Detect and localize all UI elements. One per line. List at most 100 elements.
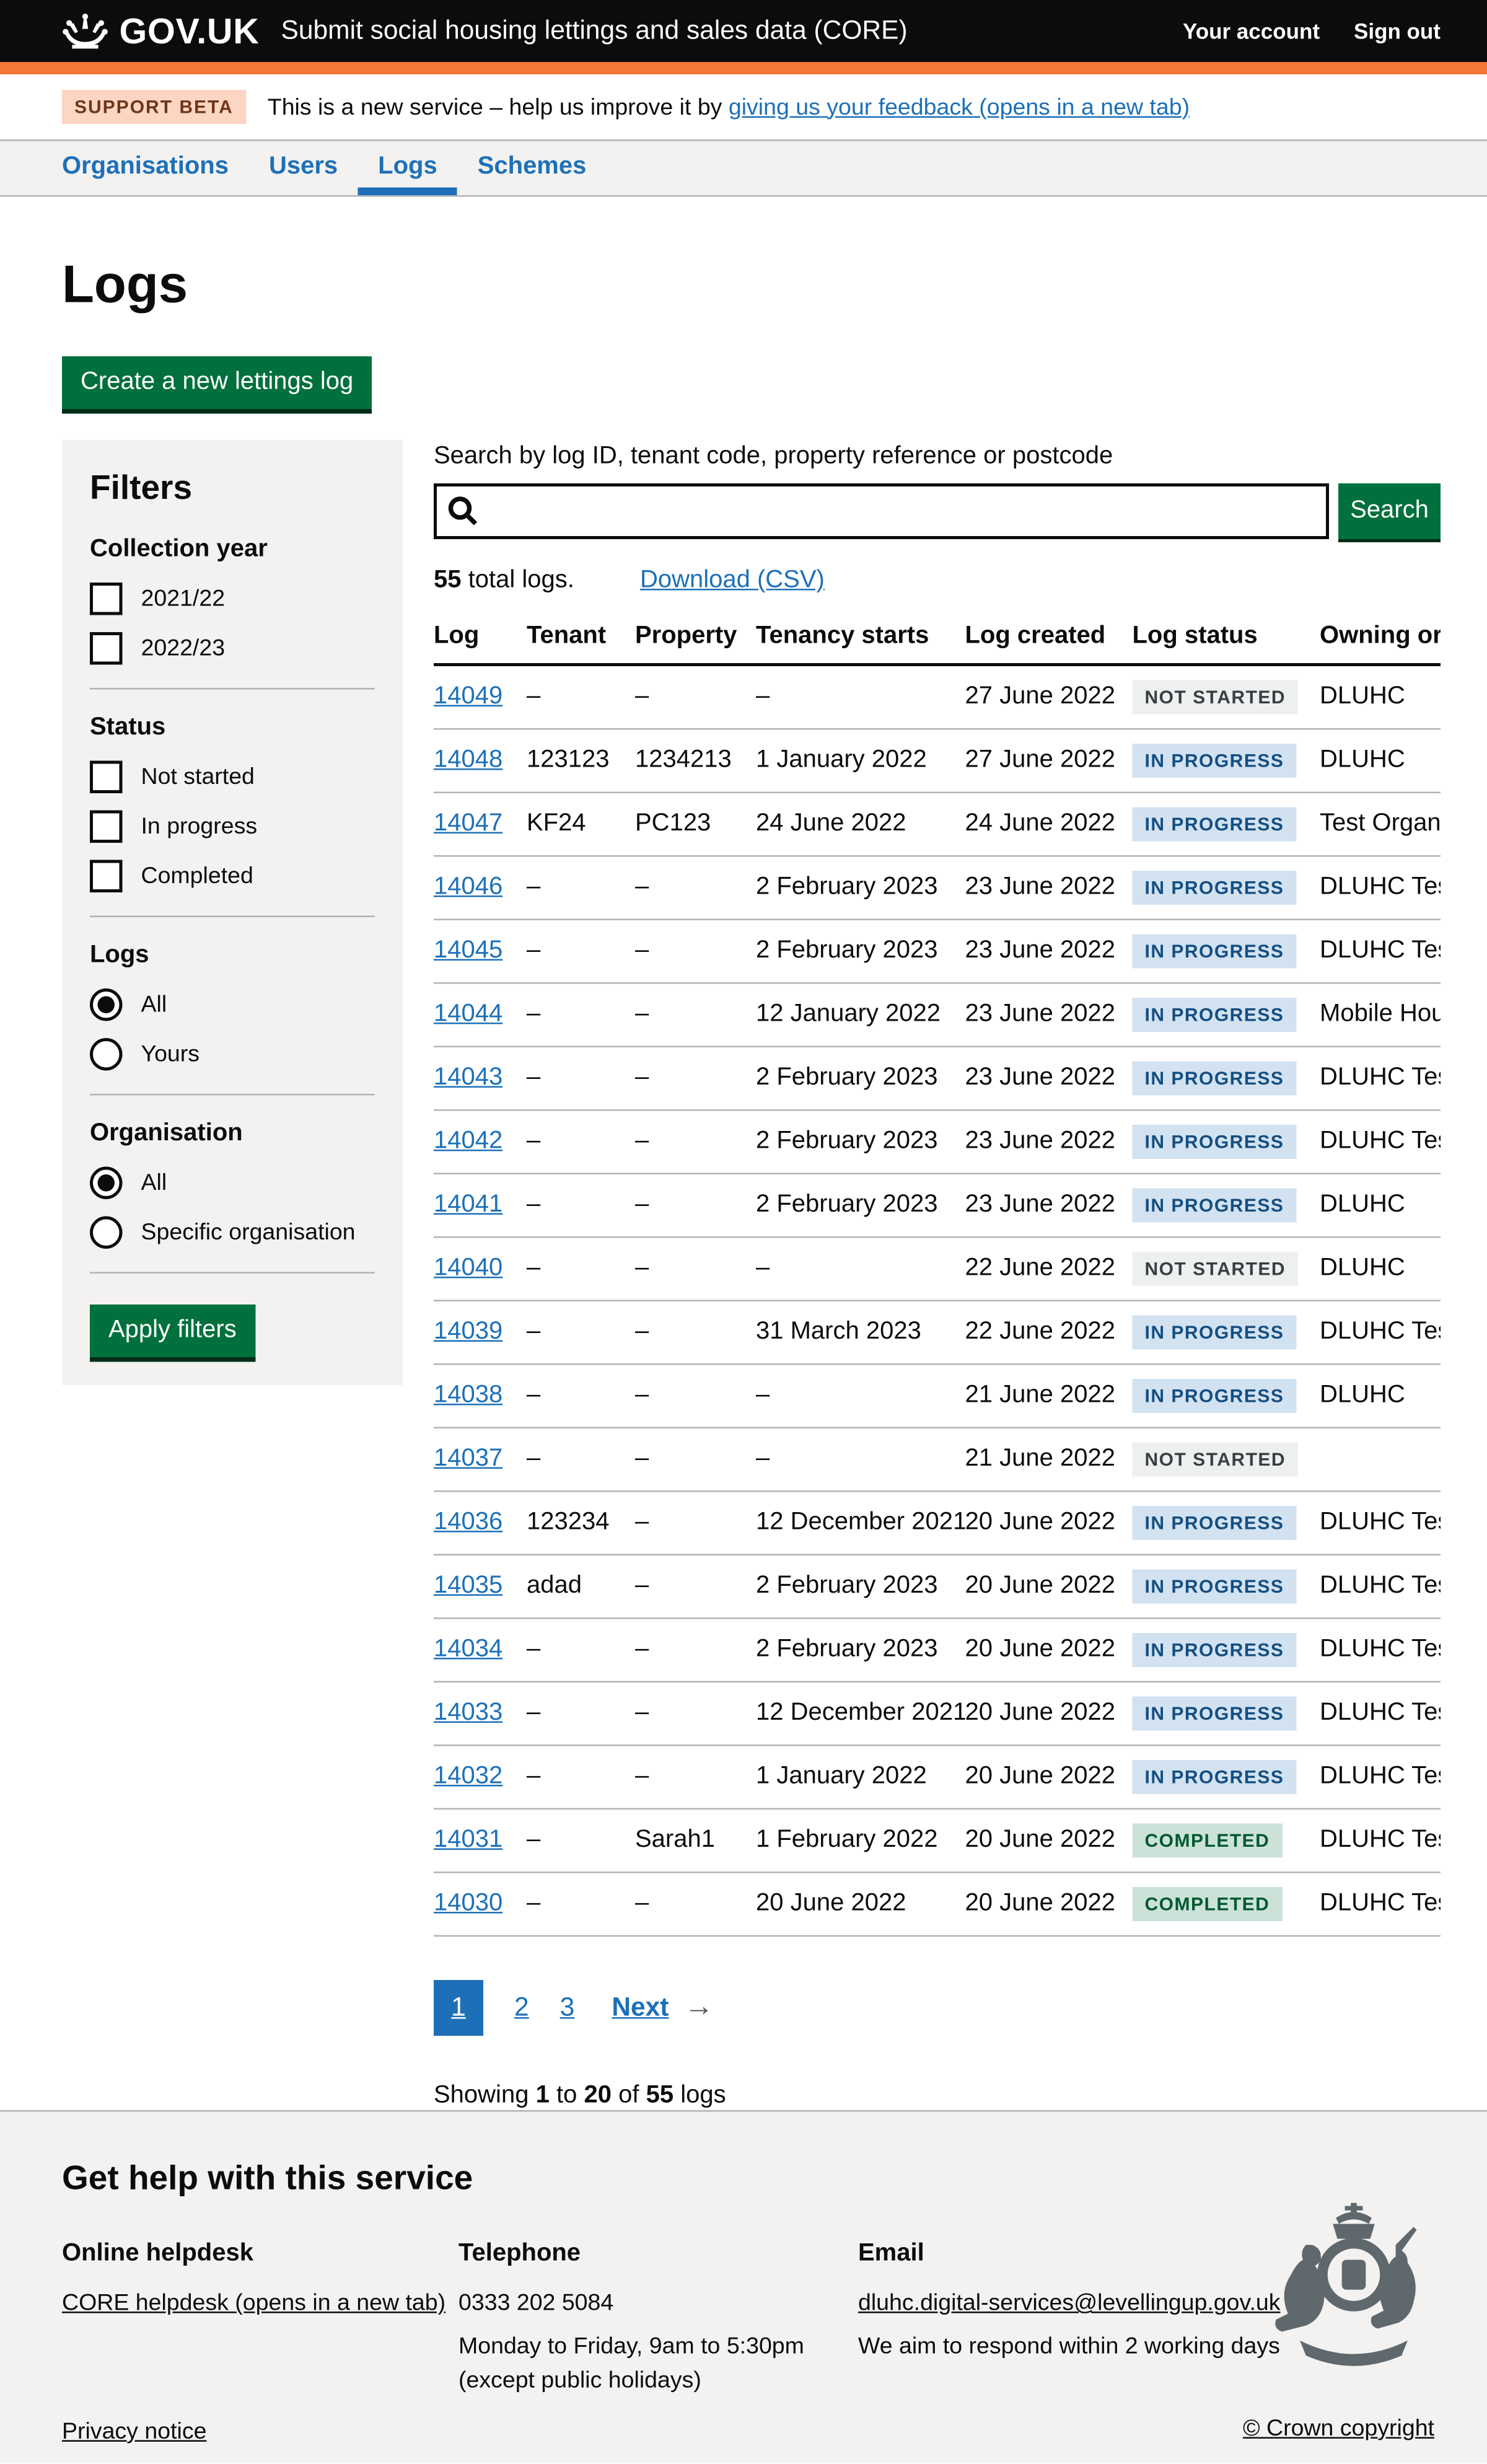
cell-log-created: 21 June 2022 [965, 1428, 1133, 1492]
cell-log-created: 20 June 2022 [965, 1491, 1133, 1555]
checkbox-control[interactable] [90, 860, 123, 893]
cell-log-created: 20 June 2022 [965, 1745, 1133, 1809]
log-link[interactable]: 14045 [434, 938, 502, 964]
log-link[interactable]: 14035 [434, 1573, 502, 1599]
radio-option-specific-organisation[interactable]: Specific organisation [90, 1217, 375, 1249]
crown-copyright-link[interactable]: © Crown copyright [1243, 2416, 1434, 2442]
cell-tenancy-starts: – [756, 1428, 965, 1492]
cell-log: 14033 [434, 1682, 527, 1746]
log-link[interactable]: 14049 [434, 684, 502, 710]
checkbox-option-2022-23[interactable]: 2022/23 [90, 632, 375, 665]
radio-option-yours[interactable]: Yours [90, 1038, 375, 1071]
checkbox-option-completed[interactable]: Completed [90, 860, 375, 893]
nav-tab-schemes[interactable]: Schemes [457, 141, 607, 196]
log-link[interactable]: 14034 [434, 1636, 502, 1663]
cell-log-created: 20 June 2022 [965, 1682, 1133, 1746]
log-link[interactable]: 14044 [434, 1001, 502, 1027]
feedback-link[interactable]: giving us your feedback (opens in a new … [729, 94, 1190, 120]
cell-log-status: IN PROGRESS [1133, 856, 1320, 920]
showing-summary: Showing 1 to 20 of 55 logs [434, 2082, 1441, 2110]
nav-tab-logs[interactable]: Logs [358, 141, 458, 196]
table-row: 14039––31 March 202322 June 2022IN PROGR… [434, 1301, 1441, 1365]
cell-owning-organisation: Mobile Hous [1320, 983, 1441, 1047]
cell-log-status: IN PROGRESS [1133, 1364, 1320, 1428]
govuk-logotype: GOV.UK [120, 10, 260, 52]
checkbox-option-not-started[interactable]: Not started [90, 761, 375, 794]
log-link[interactable]: 14040 [434, 1255, 502, 1282]
checkbox-option-in-progress[interactable]: In progress [90, 811, 375, 843]
log-link[interactable]: 14043 [434, 1065, 502, 1091]
filters-title: Filters [90, 468, 375, 508]
pagination-page-3[interactable]: 3 [560, 1992, 575, 2023]
telephone-number: 0333 202 5084 [458, 2287, 858, 2320]
checkbox-control[interactable] [90, 811, 123, 843]
search-button[interactable]: Search [1338, 483, 1441, 539]
footer-telephone-column: Telephone 0333 202 5084 Monday to Friday… [458, 2236, 858, 2407]
table-row: 14045––2 February 202323 June 2022IN PRO… [434, 920, 1441, 983]
log-link[interactable]: 14047 [434, 811, 502, 837]
cell-log-status: IN PROGRESS [1133, 1110, 1320, 1174]
pagination: 123Next→ [434, 1980, 1441, 2036]
cell-log-created: 23 June 2022 [965, 983, 1133, 1047]
cell-log-status: COMPLETED [1133, 1809, 1320, 1873]
log-link[interactable]: 14048 [434, 747, 502, 773]
privacy-notice-link[interactable]: Privacy notice [62, 2419, 206, 2445]
cell-log: 14049 [434, 665, 527, 729]
radio-option-all[interactable]: All [90, 1167, 375, 1200]
your-account-link[interactable]: Your account [1183, 19, 1320, 43]
download-csv-link[interactable]: Download (CSV) [640, 567, 825, 594]
search-input[interactable] [434, 483, 1329, 539]
cell-owning-organisation [1320, 1428, 1441, 1492]
log-link[interactable]: 14042 [434, 1128, 502, 1155]
showing-from: 1 [536, 2082, 550, 2109]
log-link[interactable]: 14031 [434, 1827, 502, 1854]
cell-log: 14035 [434, 1555, 527, 1619]
checkbox-control[interactable] [90, 632, 123, 665]
create-lettings-log-button[interactable]: Create a new lettings log [62, 356, 372, 409]
cell-log-status: IN PROGRESS [1133, 920, 1320, 983]
log-link[interactable]: 14030 [434, 1890, 502, 1917]
service-name-link[interactable]: Submit social housing lettings and sales… [281, 15, 908, 46]
table-header-row: LogTenantPropertyTenancy startsLog creat… [434, 604, 1441, 665]
pagination-page-2[interactable]: 2 [514, 1992, 529, 2023]
log-link[interactable]: 14036 [434, 1509, 502, 1536]
cell-log-created: 23 June 2022 [965, 1174, 1133, 1238]
radio-control[interactable] [90, 1167, 123, 1200]
radio-option-all[interactable]: All [90, 988, 375, 1021]
cell-owning-organisation: DLUHC Test [1320, 1110, 1441, 1174]
filters-groups: Collection year2021/222022/23StatusNot s… [90, 536, 375, 1274]
cell-tenancy-starts: 2 February 2023 [756, 1047, 965, 1111]
pagination-next-link[interactable]: Next [612, 1992, 669, 2023]
showing-of-word: of [618, 2082, 639, 2109]
status-badge: IN PROGRESS [1133, 1760, 1297, 1794]
log-link[interactable]: 14033 [434, 1700, 502, 1727]
cell-log-status: IN PROGRESS [1133, 983, 1320, 1047]
radio-control[interactable] [90, 988, 123, 1021]
govuk-home-link[interactable]: GOV.UK [62, 10, 260, 52]
cell-property: – [635, 665, 756, 729]
checkbox-option-2021-22[interactable]: 2021/22 [90, 583, 375, 615]
checkbox-control[interactable] [90, 583, 123, 615]
nav-tab-users[interactable]: Users [248, 141, 357, 196]
log-link[interactable]: 14037 [434, 1446, 502, 1472]
table-row: 14033––12 December 202120 June 2022IN PR… [434, 1682, 1441, 1746]
apply-filters-button[interactable]: Apply filters [90, 1305, 255, 1357]
log-link[interactable]: 14039 [434, 1319, 502, 1345]
log-link[interactable]: 14032 [434, 1763, 502, 1790]
email-link[interactable]: dluhc.digital-services@levellingup.gov.u… [858, 2290, 1280, 2317]
log-link[interactable]: 14038 [434, 1382, 502, 1409]
pagination-page-current[interactable]: 1 [434, 1980, 483, 2036]
radio-control[interactable] [90, 1217, 123, 1249]
radio-control[interactable] [90, 1038, 123, 1071]
table-row: 14035adad–2 February 202320 June 2022IN … [434, 1555, 1441, 1619]
core-helpdesk-link[interactable]: CORE helpdesk (opens in a new tab) [62, 2290, 445, 2317]
nav-tab-organisations[interactable]: Organisations [42, 141, 249, 196]
cell-tenancy-starts: 2 February 2023 [756, 1174, 965, 1238]
checkbox-control[interactable] [90, 761, 123, 794]
logs-table: LogTenantPropertyTenancy startsLog creat… [434, 604, 1441, 1937]
cell-tenancy-starts: 2 February 2023 [756, 1618, 965, 1682]
log-link[interactable]: 14041 [434, 1192, 502, 1218]
status-badge: IN PROGRESS [1133, 1189, 1297, 1223]
log-link[interactable]: 14046 [434, 874, 502, 900]
sign-out-link[interactable]: Sign out [1354, 19, 1441, 43]
